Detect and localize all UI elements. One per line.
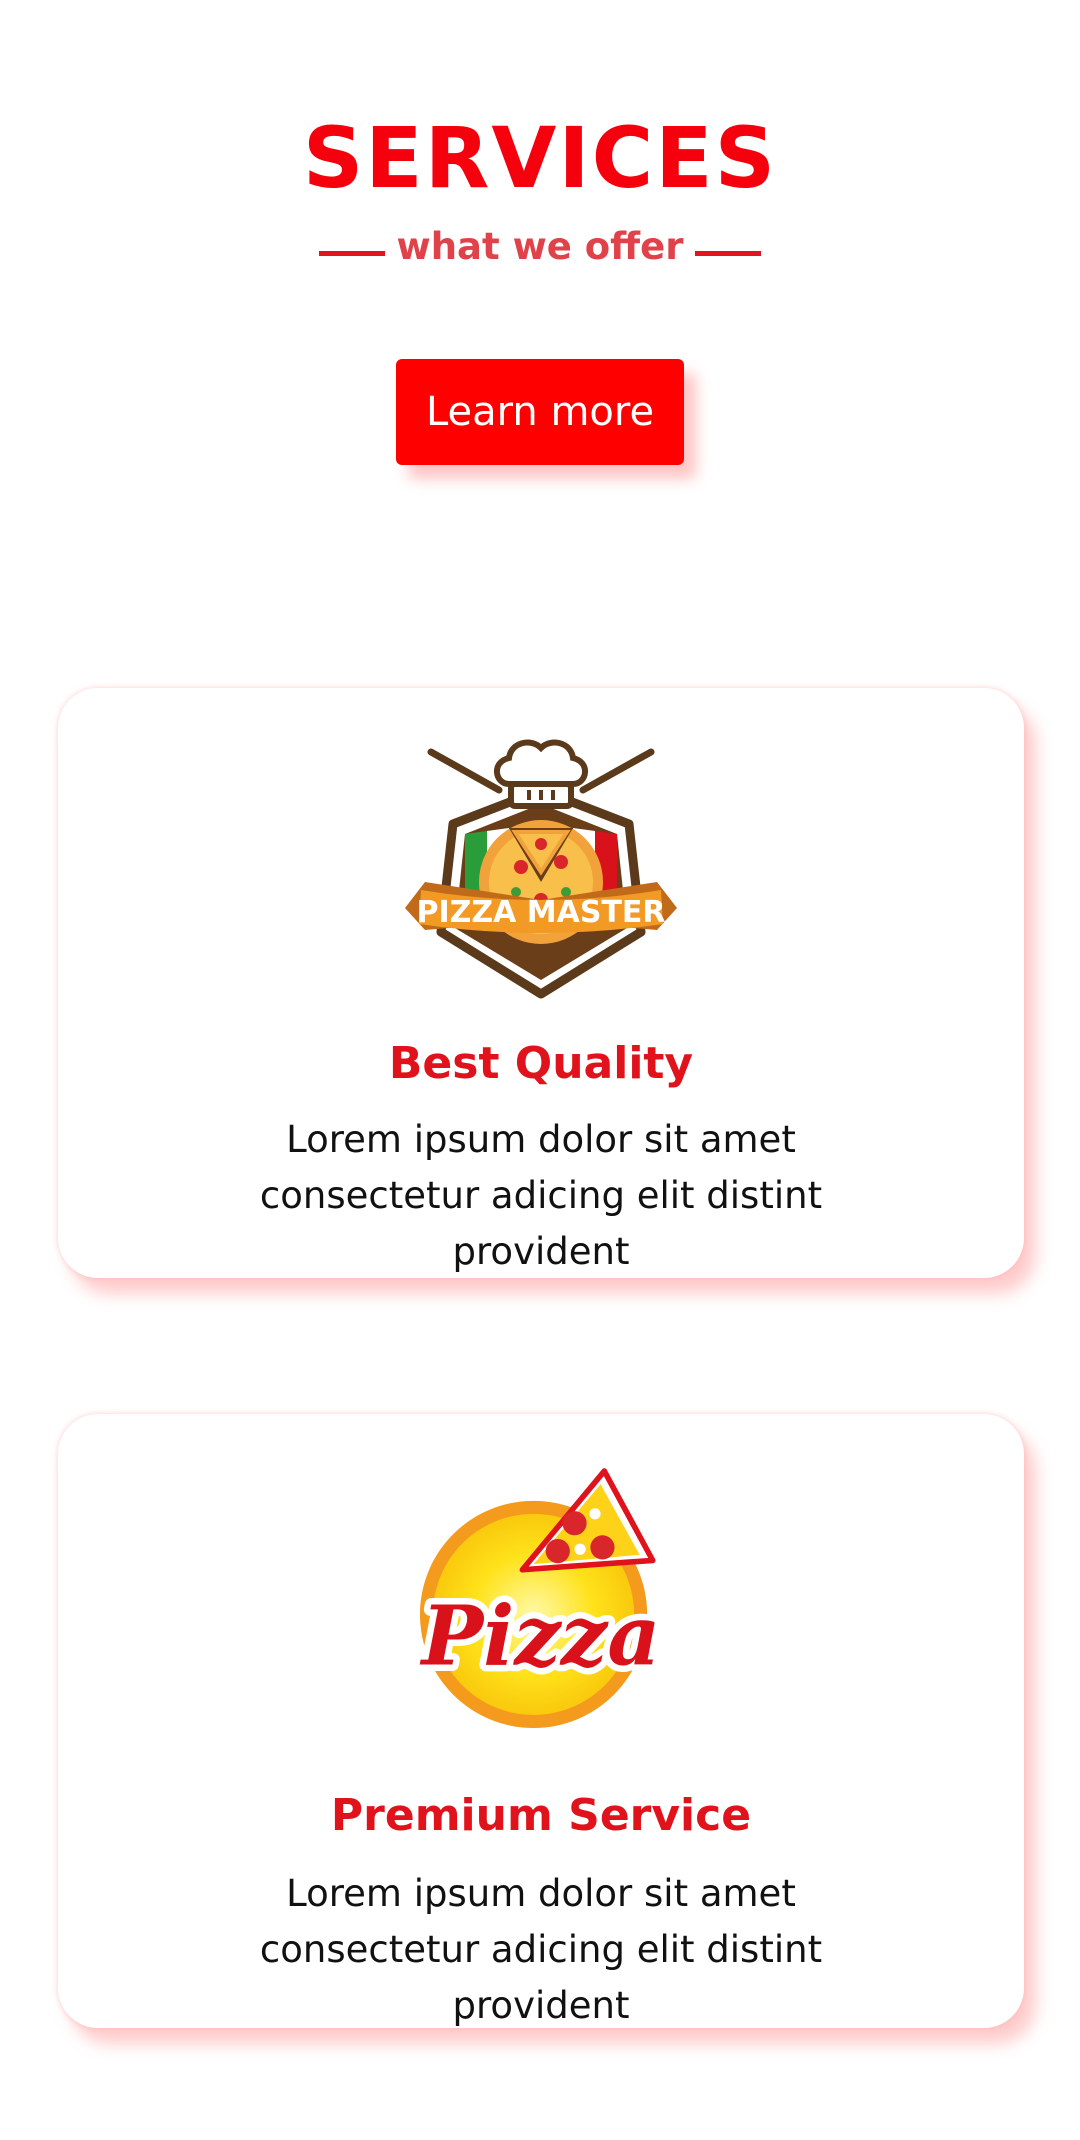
card-description: Lorem ipsum dolor sit amet consectetur a… [259, 1118, 823, 1273]
card-description: Lorem ipsum dolor sit amet consectetur a… [259, 1872, 823, 2027]
svg-text:Pizza: Pizza [420, 1589, 661, 1685]
card-title: Best Quality [388, 1038, 694, 1089]
card-title: Premium Service [330, 1790, 752, 1841]
service-card-premium-service: Pizza Pizza Premium Service Lorem ipsum … [58, 1414, 1024, 2028]
subtitle-rule-left [318, 250, 385, 256]
section-subtitle: what we offer [396, 225, 684, 268]
svg-text:PIZZA MASTER: PIZZA MASTER [416, 895, 665, 930]
services-page: SERVICES what we offer Learn more PIZZA … [0, 0, 1080, 2140]
pizza-master-logo-icon: PIZZA MASTER [405, 739, 677, 999]
pizza-logo-icon: Pizza Pizza [413, 1468, 667, 1728]
subtitle-rule-right [695, 250, 762, 256]
service-card-best-quality: PIZZA MASTER Best Quality Lorem ipsum do… [58, 688, 1024, 1278]
subtitle-row: what we offer [0, 222, 1080, 272]
learn-more-button[interactable]: Learn more [396, 359, 684, 465]
section-title: SERVICES [302, 109, 778, 207]
